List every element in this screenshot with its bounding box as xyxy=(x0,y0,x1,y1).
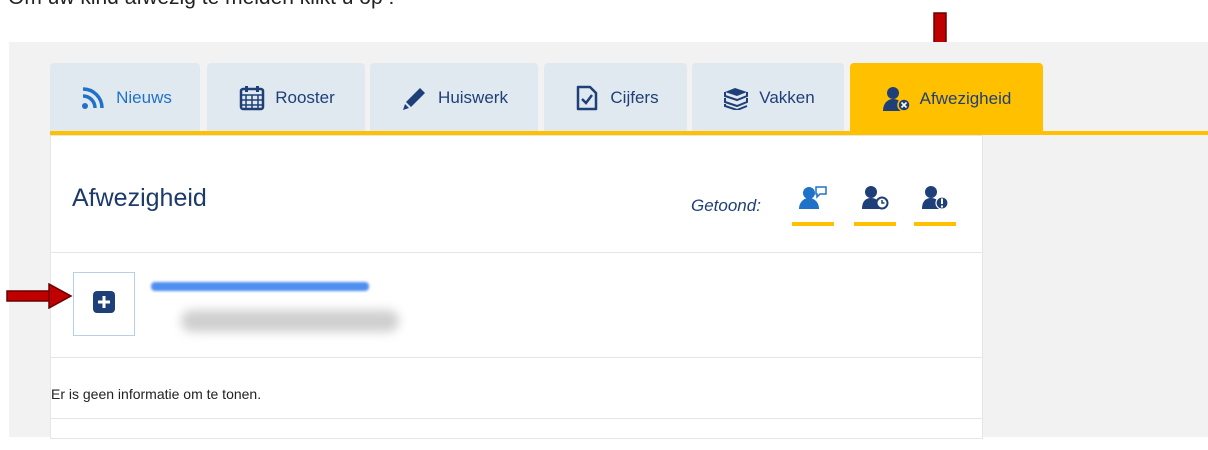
filter-active-bar xyxy=(792,222,834,226)
books-icon xyxy=(721,83,751,113)
tab-label: Cijfers xyxy=(610,88,659,107)
filter-user-clock[interactable] xyxy=(854,184,896,226)
user-message-icon xyxy=(798,184,828,214)
app-window: Nieuws Rooster Huiswerk Cijfers Vakken A… xyxy=(9,42,1208,439)
filter-active-bar xyxy=(854,222,896,226)
tab-cijfers[interactable]: Cijfers xyxy=(544,63,687,133)
checked-document-icon xyxy=(572,83,602,113)
plus-square-icon xyxy=(93,291,115,317)
user-clock-icon xyxy=(860,184,890,214)
tab-vakken[interactable]: Vakken xyxy=(692,63,844,133)
page-title: Afwezigheid xyxy=(72,184,207,212)
tab-label: Nieuws xyxy=(116,88,172,107)
tab-huiswerk[interactable]: Huiswerk xyxy=(370,63,538,133)
instruction-caption: Om uw kind afwezig te melden klikt u op … xyxy=(8,0,394,10)
empty-state-box: Er is geen informatie om te tonen. xyxy=(51,357,982,419)
user-info-icon xyxy=(920,184,950,214)
tab-label: Huiswerk xyxy=(438,88,508,107)
add-absence-button[interactable] xyxy=(73,272,135,336)
tab-nieuws[interactable]: Nieuws xyxy=(50,63,200,133)
redacted-subtext xyxy=(181,310,399,332)
filter-user-info[interactable] xyxy=(914,184,956,226)
tab-label: Afwezigheid xyxy=(919,88,1012,108)
redacted-link-text xyxy=(151,282,369,291)
red-arrow-right-annotation xyxy=(6,283,73,309)
afwezigheid-panel: Afwezigheid Getoond: Er is geen informat… xyxy=(50,135,983,439)
calendar-icon xyxy=(237,83,267,113)
tab-label: Vakken xyxy=(759,88,815,107)
shown-filter-label: Getoond: xyxy=(691,196,761,215)
tab-rooster[interactable]: Rooster xyxy=(207,63,365,133)
tab-afwezigheid[interactable]: Afwezigheid xyxy=(850,63,1043,134)
pencil-icon xyxy=(400,83,430,113)
filter-user-message[interactable] xyxy=(792,184,834,226)
filter-active-bar xyxy=(914,222,956,226)
empty-state-message: Er is geen informatie om te tonen. xyxy=(51,386,262,402)
rss-icon xyxy=(78,83,108,113)
tab-bar: Nieuws Rooster Huiswerk Cijfers Vakken A… xyxy=(9,42,1208,134)
tab-label: Rooster xyxy=(275,88,335,107)
panel-header: Afwezigheid Getoond: xyxy=(51,136,982,253)
user-absent-icon xyxy=(882,84,912,114)
